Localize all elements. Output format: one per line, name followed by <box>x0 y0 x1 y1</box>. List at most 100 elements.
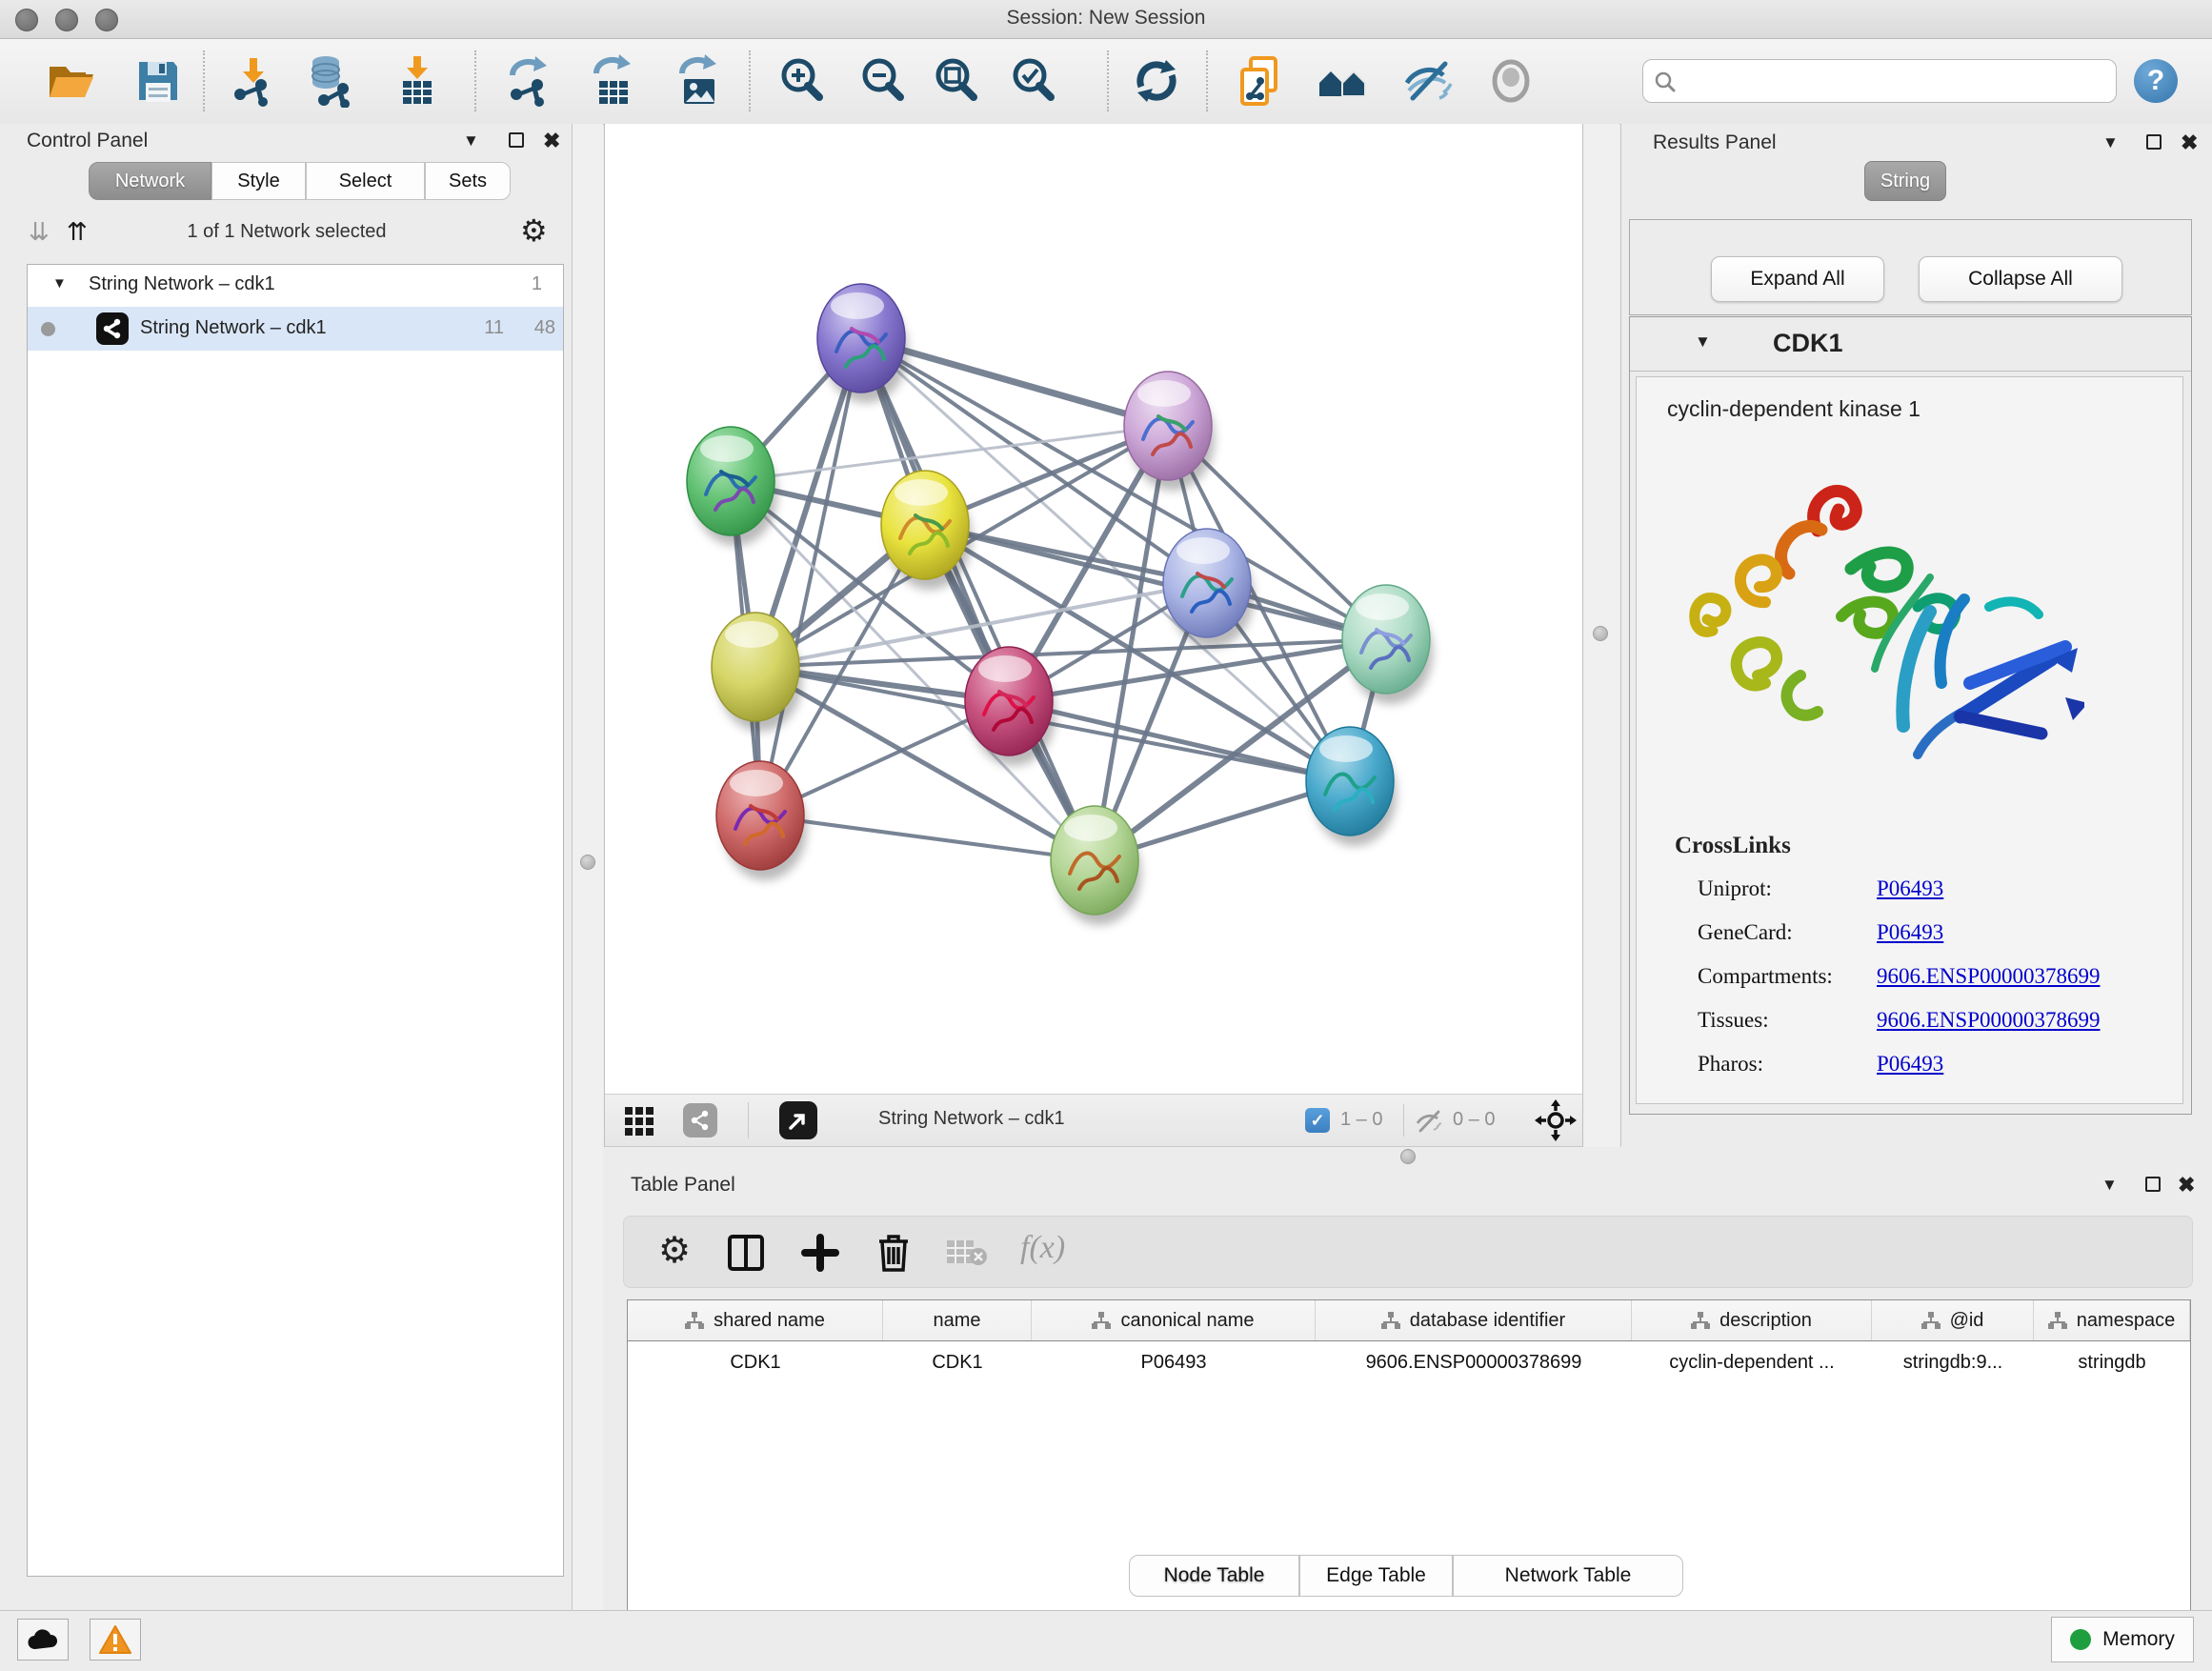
gene-card-header[interactable]: ▼ CDK1 <box>1630 317 2191 372</box>
network-node-HIST1H1A[interactable] <box>716 761 807 880</box>
control-panel-title: Control Panel <box>27 130 148 152</box>
search-input[interactable] <box>1681 62 2104 98</box>
memory-button[interactable]: Memory <box>2051 1617 2194 1662</box>
network-node-CCNB2[interactable] <box>817 284 908 403</box>
first-neighbors-icon[interactable] <box>1316 54 1369 108</box>
collection-label: String Network – cdk1 <box>89 273 275 295</box>
network-canvas[interactable]: CCNB2CCNA1CDC25BCDK1CDC6RB1CCNB1CCNA2CDK… <box>604 124 1583 1094</box>
control-panel-close-icon[interactable]: ✖ <box>543 129 560 153</box>
network-row-selected[interactable]: String Network – cdk1 11 48 <box>28 307 563 351</box>
network-edge[interactable] <box>760 815 1095 860</box>
tab-sets[interactable]: Sets <box>425 162 511 200</box>
table-row[interactable]: CDK1CDK1P064939606.ENSP00000378699cyclin… <box>628 1341 2190 1383</box>
gene-card-collapse-icon[interactable]: ▼ <box>1695 332 1711 352</box>
crosslink-link[interactable]: P06493 <box>1877 1052 1943 1077</box>
network-collection-row[interactable]: ▼ String Network – cdk1 1 <box>28 265 563 307</box>
right-splitter-handle[interactable] <box>1593 626 1608 641</box>
collection-expand-icon[interactable]: ▼ <box>52 275 67 292</box>
column-header-database-identifier[interactable]: database identifier <box>1316 1300 1632 1340</box>
column-header-canonical-name[interactable]: canonical name <box>1032 1300 1316 1340</box>
apply-layout-icon[interactable] <box>1130 54 1183 108</box>
delete-column-icon[interactable] <box>874 1232 914 1274</box>
column-header-description[interactable]: description <box>1632 1300 1872 1340</box>
export-image-icon[interactable] <box>673 54 726 108</box>
table-panel-float-icon[interactable] <box>2145 1177 2161 1192</box>
save-session-icon[interactable] <box>131 54 185 108</box>
crosslink-link[interactable]: P06493 <box>1877 920 1943 945</box>
network-node-CCNE1[interactable] <box>1051 806 1141 925</box>
tab-node-table[interactable]: Node Table <box>1129 1555 1299 1597</box>
crosslink-link[interactable]: 9606.ENSP00000378699 <box>1877 964 2101 989</box>
results-panel-menu-icon[interactable]: ▼ <box>2102 133 2119 152</box>
export-table-icon[interactable] <box>587 54 640 108</box>
delete-table-icon[interactable] <box>946 1238 988 1268</box>
zoom-selected-icon[interactable] <box>1007 54 1060 108</box>
show-columns-icon[interactable] <box>727 1234 765 1272</box>
network-node-CDC25B[interactable] <box>687 427 777 546</box>
control-panel-menu-icon[interactable]: ▼ <box>463 131 479 151</box>
navbar-separator <box>748 1102 749 1138</box>
search-box <box>1642 59 2117 103</box>
network-node-RB1[interactable] <box>1342 585 1433 704</box>
table-toolbar: ⚙ f(x) <box>623 1216 2193 1288</box>
horizontal-splitter-handle[interactable] <box>1400 1149 1416 1164</box>
column-header-shared-name[interactable]: shared name <box>628 1300 883 1340</box>
open-in-view-icon[interactable] <box>779 1101 817 1139</box>
selected-checkbox-icon[interactable]: ✓ <box>1305 1108 1330 1133</box>
toolbar-separator <box>474 50 477 111</box>
horizontal-splitter[interactable] <box>604 1147 2212 1166</box>
network-node-CCNB1[interactable] <box>712 613 802 732</box>
collapse-all-button[interactable]: Collapse All <box>1919 256 2122 302</box>
table-panel-title: Table Panel <box>631 1174 735 1197</box>
network-node-CDKN1A[interactable] <box>1306 727 1397 846</box>
results-panel-float-icon[interactable] <box>2146 134 2162 150</box>
help-icon[interactable]: ? <box>2134 59 2178 103</box>
zoom-fit-icon[interactable] <box>930 54 983 108</box>
results-panel-close-icon[interactable]: ✖ <box>2181 131 2198 155</box>
tab-select[interactable]: Select <box>306 162 425 200</box>
import-table-from-file-icon[interactable] <box>391 54 444 108</box>
crosslink-row: GeneCard:P06493 <box>1698 915 2155 958</box>
new-network-from-selection-icon[interactable] <box>1234 54 1287 108</box>
add-column-icon[interactable] <box>801 1234 839 1272</box>
memory-label: Memory <box>2102 1628 2175 1651</box>
expand-all-button[interactable]: Expand All <box>1711 256 1884 302</box>
function-builder-icon[interactable]: f(x) <box>1020 1230 1065 1266</box>
tab-network[interactable]: Network <box>89 162 211 200</box>
network-overview-icon[interactable] <box>683 1103 717 1137</box>
left-splitter[interactable] <box>573 124 603 1610</box>
table-options-gear-icon[interactable]: ⚙ <box>658 1236 691 1266</box>
show-all-icon[interactable] <box>1484 54 1538 108</box>
import-network-from-database-icon[interactable] <box>303 54 356 108</box>
zoom-out-icon[interactable] <box>856 54 910 108</box>
network-node-CDC6[interactable] <box>1163 529 1254 648</box>
network-node-CDK1[interactable] <box>881 471 972 590</box>
network-edge[interactable] <box>861 338 1095 860</box>
cloud-status-button[interactable] <box>17 1619 69 1661</box>
column-header-namespace[interactable]: namespace <box>2034 1300 2190 1340</box>
left-splitter-handle[interactable] <box>580 855 595 870</box>
right-splitter[interactable] <box>1583 124 1619 1147</box>
crosslink-link[interactable]: P06493 <box>1877 876 1943 901</box>
birds-eye-view-icon[interactable] <box>624 1106 654 1137</box>
table-panel-close-icon[interactable]: ✖ <box>2178 1173 2195 1198</box>
export-network-icon[interactable] <box>503 54 556 108</box>
network-node-CCNA2[interactable] <box>965 647 1056 766</box>
tab-style[interactable]: Style <box>211 162 306 200</box>
network-edge[interactable] <box>760 338 861 815</box>
crosslink-link[interactable]: 9606.ENSP00000378699 <box>1877 1008 2101 1033</box>
control-panel-float-icon[interactable] <box>509 132 524 148</box>
hide-selected-icon[interactable] <box>1401 54 1455 108</box>
column-header-name[interactable]: name <box>883 1300 1032 1340</box>
tab-string[interactable]: String <box>1864 161 1946 201</box>
import-network-from-file-icon[interactable] <box>227 54 280 108</box>
table-panel-menu-icon[interactable]: ▼ <box>2101 1176 2118 1195</box>
tab-edge-table[interactable]: Edge Table <box>1299 1555 1453 1597</box>
warning-status-button[interactable] <box>90 1619 141 1661</box>
column-header--id[interactable]: @id <box>1872 1300 2034 1340</box>
pan-crosshair-icon[interactable] <box>1535 1099 1577 1141</box>
zoom-in-icon[interactable] <box>775 54 829 108</box>
open-session-icon[interactable] <box>44 54 97 108</box>
network-options-gear-icon[interactable]: ⚙ <box>520 215 548 246</box>
tab-network-table[interactable]: Network Table <box>1453 1555 1683 1597</box>
